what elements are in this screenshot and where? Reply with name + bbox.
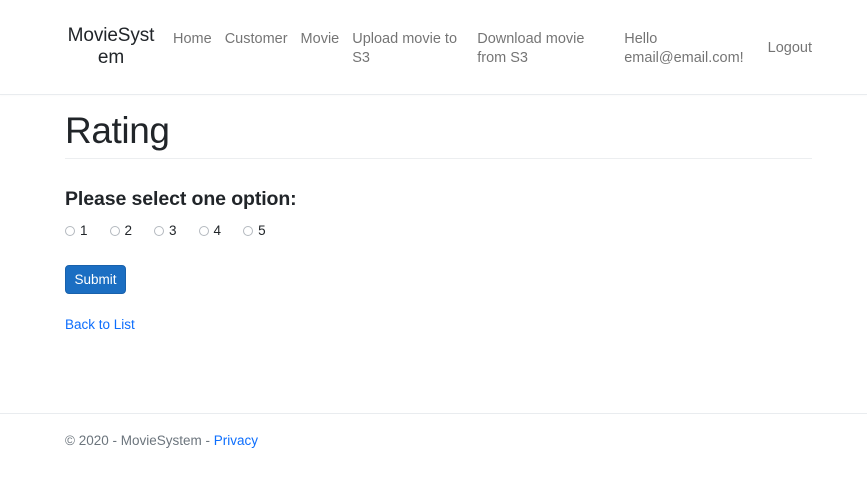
radio-circle-icon[interactable] — [198, 226, 209, 236]
radio-circle-icon[interactable] — [154, 226, 165, 236]
nav-link-user-greeting[interactable]: Hello email@email.com! — [624, 30, 743, 68]
rating-option-label: 1 — [80, 223, 88, 238]
navbar-right: Logout — [768, 35, 812, 58]
rating-option-label: 3 — [169, 223, 177, 238]
rating-option-5[interactable]: 5 — [243, 224, 266, 238]
back-to-list-link[interactable]: Back to List — [65, 317, 135, 333]
nav-link-customer[interactable]: Customer — [225, 30, 288, 49]
rating-option-4[interactable]: 4 — [198, 223, 222, 238]
rating-option-3[interactable]: 3 — [154, 224, 177, 238]
rating-option-2[interactable]: 2 — [109, 223, 133, 238]
logout-button[interactable]: Logout — [768, 39, 812, 58]
nav-link-home[interactable]: Home — [173, 30, 212, 49]
rating-option-label: 4 — [213, 223, 222, 238]
submit-button[interactable]: Submit — [65, 265, 126, 294]
radio-circle-icon[interactable] — [65, 226, 75, 236]
rating-option-label: 2 — [124, 223, 133, 238]
footer-copyright: © 2020 - MovieSystem - — [65, 433, 214, 448]
radio-circle-icon[interactable] — [109, 226, 120, 236]
rating-option-1[interactable]: 1 — [65, 224, 88, 238]
rating-radio-group: 1 2 3 4 5 — [65, 224, 266, 238]
site-navbar: MovieSystem Home Customer Movie Upload m… — [0, 0, 867, 95]
privacy-link[interactable]: Privacy — [214, 433, 258, 448]
footer-text: © 2020 - MovieSystem - Privacy — [65, 432, 258, 450]
title-divider — [65, 158, 812, 159]
nav-link-download-movie-from-s3[interactable]: Download movie from S3 — [477, 30, 606, 68]
form-heading: Please select one option: — [65, 188, 297, 210]
nav-link-upload-movie-to-s3[interactable]: Upload movie to S3 — [352, 30, 460, 68]
nav-link-movie[interactable]: Movie — [301, 30, 340, 49]
navbar-inner: MovieSystem Home Customer Movie Upload m… — [65, 0, 812, 93]
navbar-brand[interactable]: MovieSystem — [65, 25, 157, 69]
site-footer: © 2020 - MovieSystem - Privacy — [0, 413, 867, 501]
radio-circle-icon[interactable] — [243, 226, 254, 236]
rating-option-label: 5 — [258, 223, 266, 238]
page-title: Rating — [65, 110, 170, 151]
navbar-links: Home Customer Movie Upload movie to S3 D… — [173, 26, 768, 68]
